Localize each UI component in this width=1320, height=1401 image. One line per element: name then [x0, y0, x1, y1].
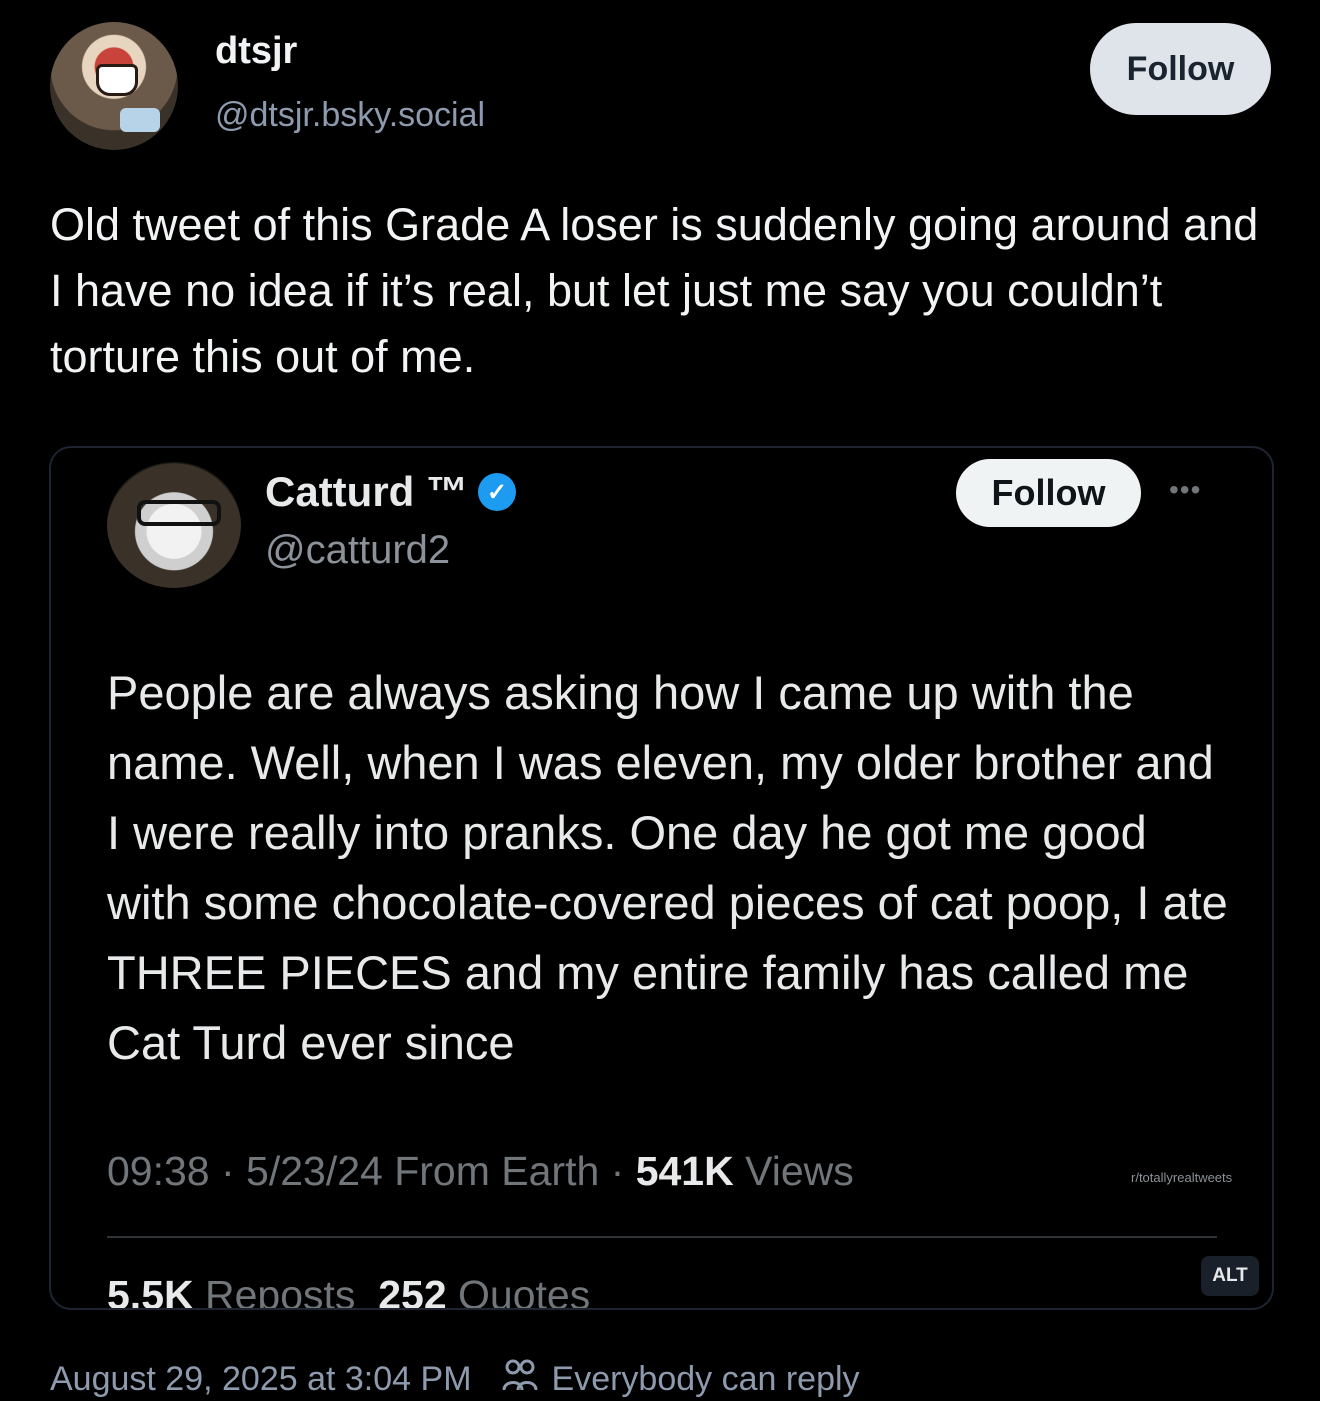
author-handle[interactable]: @dtsjr.bsky.social: [215, 96, 485, 135]
post-text: Old tweet of this Grade A loser is sudde…: [50, 199, 1259, 382]
reply-setting[interactable]: Everybody can reply: [552, 1360, 860, 1399]
avatar-detail: [120, 108, 160, 132]
tweet-author-name: Catturd ™ ✓: [265, 468, 516, 516]
divider: [107, 1236, 1217, 1238]
tweet-stats: 5.5K Reposts 252 Quotes: [107, 1272, 591, 1310]
reposts-count: 5.5K: [107, 1272, 194, 1310]
alt-badge[interactable]: ALT: [1201, 1256, 1259, 1296]
tweet-text: People are always asking how I came up w…: [107, 666, 1228, 1069]
reposts-label: Reposts: [193, 1272, 356, 1310]
quotes-label: Quotes: [446, 1272, 591, 1310]
post-timestamp[interactable]: August 29, 2025 at 3:04 PM: [50, 1360, 472, 1399]
tweet-meta: 09:38 · 5/23/24 From Earth · 541K Views: [107, 1148, 854, 1195]
author-display-name[interactable]: dtsjr: [215, 30, 297, 73]
avatar-detail: [137, 500, 221, 526]
author-avatar[interactable]: [50, 22, 178, 150]
tweet-meta-prefix: 09:38 · 5/23/24 From Earth ·: [107, 1148, 636, 1194]
verified-badge-icon: ✓: [478, 473, 516, 511]
tweet-author-name-text: Catturd ™: [265, 468, 468, 515]
tweet-author-handle: @catturd2: [265, 528, 451, 572]
follow-button[interactable]: Follow: [1090, 23, 1271, 115]
avatar-detail: [96, 64, 138, 96]
views-label: Views: [733, 1148, 854, 1194]
embedded-image[interactable]: Catturd ™ ✓ @catturd2 Follow ••• People …: [49, 446, 1274, 1310]
watermark: r/totallyrealtweets: [1131, 1170, 1233, 1185]
quotes-count: 252: [378, 1272, 447, 1310]
more-options-icon: •••: [1169, 474, 1202, 505]
tweet-follow-button: Follow: [956, 459, 1141, 527]
tweet-author-avatar: [107, 462, 241, 588]
views-count: 541K: [635, 1148, 734, 1194]
